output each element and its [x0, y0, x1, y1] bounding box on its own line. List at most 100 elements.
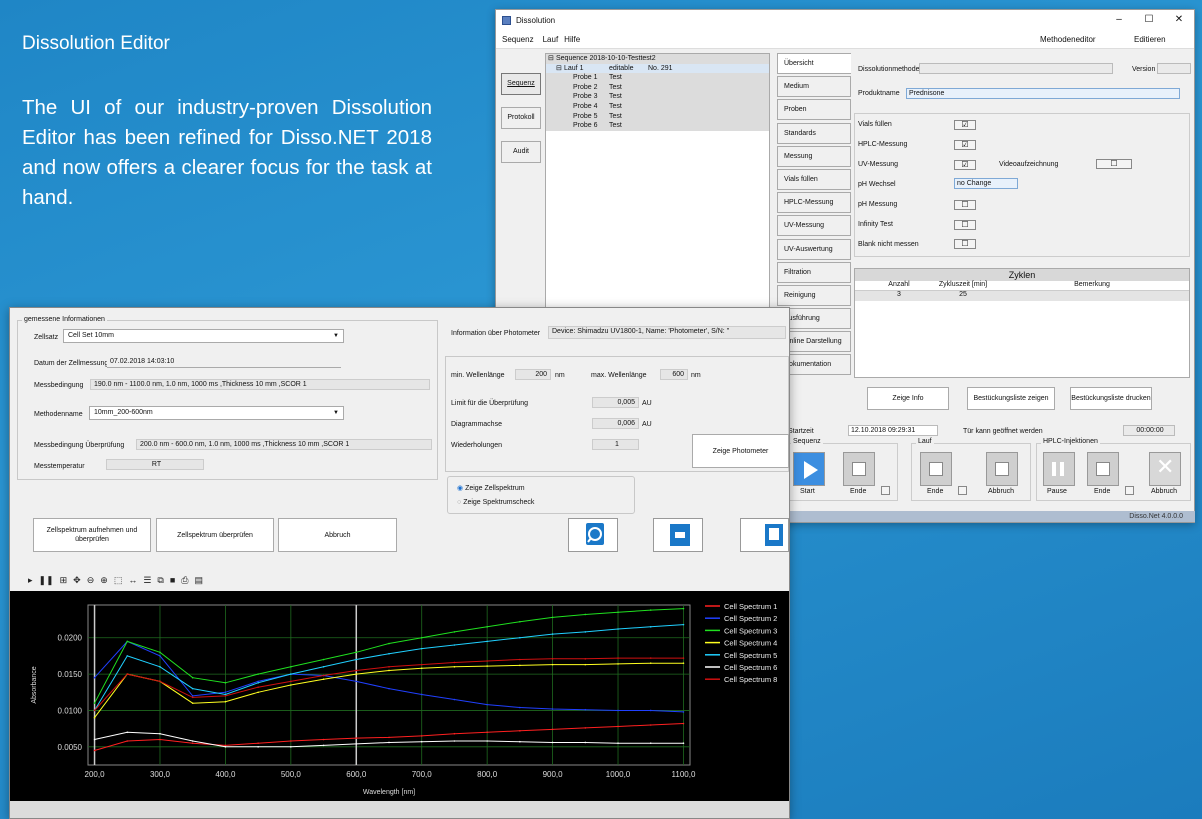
preview-icon[interactable]: ▤: [194, 575, 203, 586]
max-wl-field[interactable]: 600: [660, 369, 688, 380]
maximize-icon[interactable]: ☐: [1134, 10, 1164, 31]
show-loadlist-button[interactable]: Bestückungsliste zeigen: [967, 387, 1055, 410]
nav-tab-filtration[interactable]: Filtration: [777, 261, 851, 283]
check-spectrum-button[interactable]: Zellspektrum überprüfen: [156, 518, 274, 552]
record-spectrum-button[interactable]: Zellspektrum aufnehmen und überprüfen: [33, 518, 151, 552]
tab-sequenz[interactable]: Sequenz: [501, 73, 541, 95]
tab-audit[interactable]: Audit: [501, 141, 541, 163]
nav-tab-hplc[interactable]: HPLC-Messung: [777, 192, 851, 214]
method-field[interactable]: [919, 63, 1113, 74]
opt-checkbox[interactable]: ☑: [954, 160, 976, 170]
show-info-button[interactable]: Zeige Info: [867, 387, 949, 410]
nav-tab-uv-messung[interactable]: UV-Messung: [777, 215, 851, 237]
menu-editieren[interactable]: Editieren: [1128, 35, 1172, 44]
pause-button[interactable]: [1043, 452, 1075, 486]
hplc-end-button[interactable]: [1087, 452, 1119, 486]
printer-icon[interactable]: ⎙: [181, 575, 188, 586]
start-time-label: Startzeit: [788, 428, 814, 435]
tree-sample[interactable]: Probe 1 Test: [546, 73, 769, 83]
seq-end-checkbox[interactable]: [881, 486, 890, 495]
repeat-field[interactable]: 1: [592, 439, 639, 450]
crosshair-icon[interactable]: ⊞: [60, 575, 68, 586]
search-doc-button[interactable]: [568, 518, 618, 552]
sequence-end-button[interactable]: [843, 452, 875, 486]
menu-methodeneditor[interactable]: Methodeneditor: [1034, 35, 1102, 44]
limit-label: Limit für die Überprüfung: [451, 400, 529, 407]
hplc-abort-button[interactable]: ✕: [1149, 452, 1181, 486]
close-icon[interactable]: ✕: [1164, 10, 1194, 31]
print-loadlist-button[interactable]: Bestückungsliste drucken: [1070, 387, 1152, 410]
data-point: [159, 732, 161, 735]
print-button[interactable]: [653, 518, 703, 552]
fit-icon[interactable]: ↔: [128, 575, 137, 585]
nav-tab-standards[interactable]: Standards: [777, 122, 851, 144]
nav-tab-proben[interactable]: Proben: [777, 99, 851, 121]
promo-title: Dissolution Editor: [22, 33, 170, 54]
start-time-field[interactable]: 12.10.2018 09:29:31: [848, 425, 938, 436]
tree-sample[interactable]: Probe 6 Test: [546, 121, 769, 131]
opt-checkbox[interactable]: ☐: [954, 200, 976, 210]
start-button[interactable]: [793, 452, 825, 486]
tree-sample[interactable]: Probe 5 Test: [546, 111, 769, 122]
nav-tab-vials[interactable]: Vials füllen: [777, 168, 851, 190]
nav-tab-medium[interactable]: Medium: [777, 76, 851, 98]
move-icon[interactable]: ✥: [73, 575, 81, 586]
tree-root[interactable]: ⊟ Sequence 2018-10-10-Testtest2: [546, 54, 769, 64]
cellset-select[interactable]: Cell Set 10mm ▼: [63, 329, 344, 343]
tree-sample[interactable]: Probe 3 Test: [546, 92, 769, 102]
product-field[interactable]: Prednisone: [906, 88, 1180, 99]
opt-checkbox[interactable]: ☑: [954, 140, 976, 150]
table-row[interactable]: 3 25: [855, 291, 1189, 301]
methodname-select[interactable]: 10mm_200-600nm ▼: [89, 406, 344, 420]
tree-run[interactable]: ⊟ Lauf 1 editable No. 291: [546, 63, 769, 74]
zoom-out-icon[interactable]: ⊖: [87, 575, 95, 586]
spectrum-chart[interactable]: 200,0 300,0 400,0 500,0 600,0 700,0 800,0 900,0…: [10, 591, 789, 801]
version-field[interactable]: [1157, 63, 1191, 74]
zoom-in-icon[interactable]: ⊕: [100, 575, 108, 586]
data-point: [322, 744, 325, 747]
minimize-icon[interactable]: –: [1104, 10, 1134, 31]
show-photometer-button[interactable]: Zeige Photometer: [692, 434, 789, 468]
nav-tab-uebersicht[interactable]: Übersicht: [777, 53, 851, 74]
nav-tab-uv-auswertung[interactable]: UV-Auswertung: [777, 238, 851, 260]
pause-icon[interactable]: ❚❚: [39, 575, 54, 586]
tree-sample[interactable]: Probe 2 Test: [546, 82, 769, 93]
properties-icon[interactable]: ☰: [143, 575, 151, 586]
radio-cell-spectrum[interactable]: ◉ Zeige Zellspektrum: [457, 484, 525, 492]
data-point: [682, 623, 685, 626]
min-wl-field[interactable]: 200: [515, 369, 551, 380]
data-point: [191, 702, 194, 704]
video-checkbox[interactable]: ☐: [1096, 159, 1132, 169]
data-point: [322, 666, 325, 668]
data-point: [682, 657, 685, 659]
run-end-checkbox[interactable]: [958, 486, 967, 495]
run-abort-button[interactable]: [986, 452, 1018, 486]
tab-protokoll[interactable]: Protokoll: [501, 107, 541, 129]
pdf-button[interactable]: [740, 518, 789, 552]
repeat-label: Wiederholungen: [451, 442, 502, 449]
opt-label: HPLC-Messung: [858, 141, 908, 148]
radio-spectrum-check[interactable]: ○ Zeige Spektrumscheck: [457, 499, 534, 506]
legend-entry: Cell Spectrum 6: [724, 663, 777, 672]
opt-checkbox[interactable]: ☐: [954, 239, 976, 249]
limit-field[interactable]: 0,005: [592, 397, 639, 408]
photometer-label: Information über Photometer: [451, 330, 541, 337]
diag-field[interactable]: 0,006: [592, 418, 639, 429]
nav-tab-messung[interactable]: Messung: [777, 145, 851, 167]
tree-sample[interactable]: Probe 4 Test: [546, 101, 769, 112]
nav-tab-reinigung[interactable]: Reinigung: [777, 284, 851, 306]
opt-checkbox[interactable]: ☑: [954, 120, 976, 130]
menu-lauf[interactable]: Lauf: [540, 35, 562, 44]
abort-button[interactable]: Abbruch: [278, 518, 397, 552]
copy-icon[interactable]: ⧉: [157, 575, 163, 586]
temperature-label: Messtemperatur: [34, 463, 85, 470]
run-end-button[interactable]: [920, 452, 952, 486]
select-icon[interactable]: ⬚: [114, 575, 123, 586]
ph-change-select[interactable]: no Change: [954, 178, 1018, 189]
save-icon[interactable]: ■: [170, 575, 175, 585]
play-icon[interactable]: ▸: [28, 575, 33, 586]
hplc-end-checkbox[interactable]: [1125, 486, 1134, 495]
menu-sequenz[interactable]: Sequenz: [496, 35, 540, 44]
opt-checkbox[interactable]: ☐: [954, 220, 976, 230]
menu-hilfe[interactable]: Hilfe: [561, 35, 583, 44]
